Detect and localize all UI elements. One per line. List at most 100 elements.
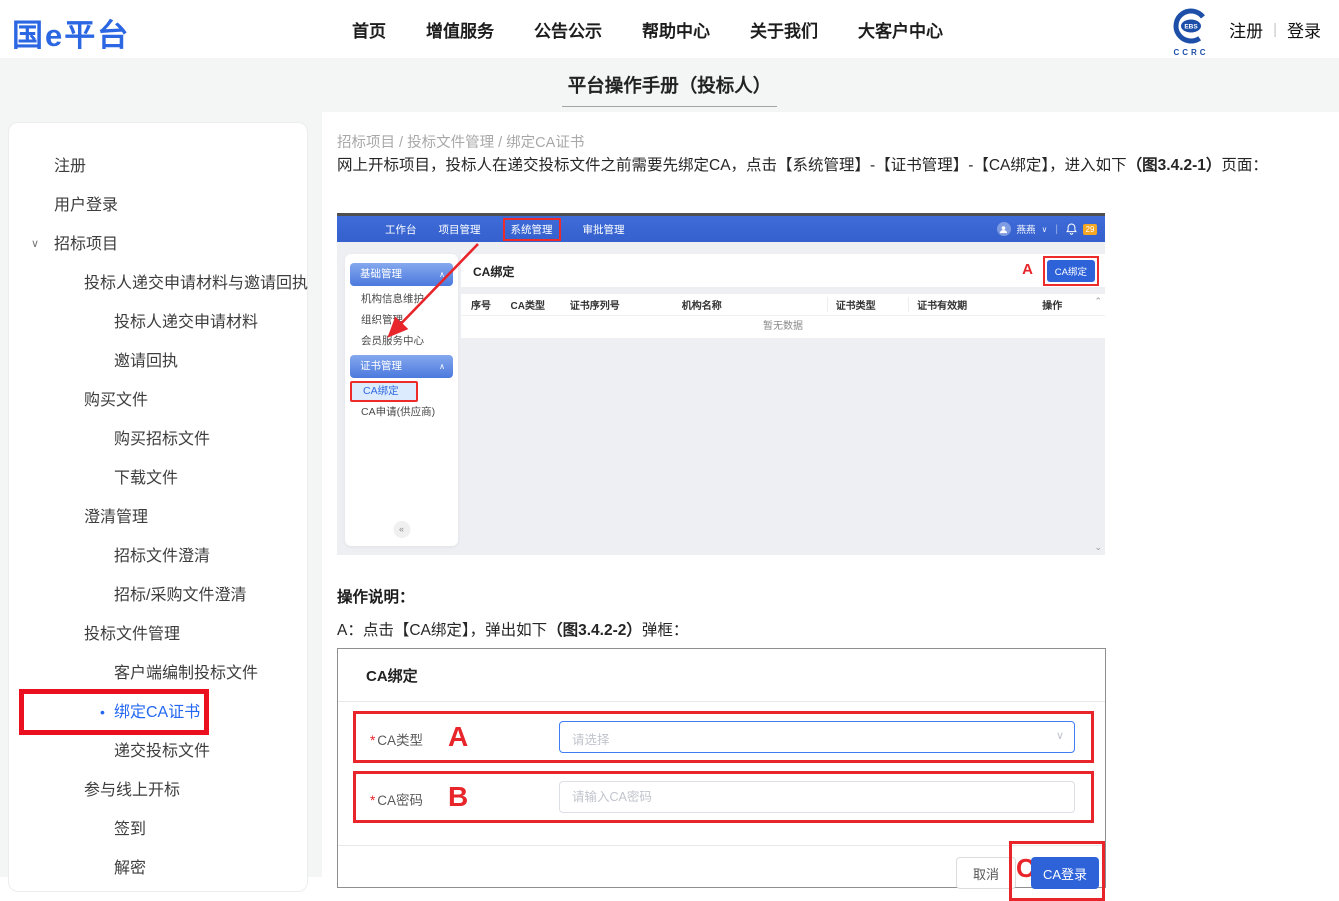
fig1-user-divider: | xyxy=(1055,224,1058,235)
main-navigation: 首页 增值服务 公告公示 帮助中心 关于我们 大客户中心 xyxy=(352,0,943,58)
fig1-item-org-info-maintenance[interactable]: 机构信息维护 xyxy=(345,289,458,310)
empty-table-placeholder: 暂无数据 xyxy=(461,316,1105,338)
sidebar-item-decrypt[interactable]: 解密 xyxy=(9,849,307,888)
fig1-table-header-row: 序号 CA类型 证书序列号 机构名称 证书类型 证书有效期 操作 xyxy=(461,294,1105,316)
fig1-top-navbar: 工作台 项目管理 系统管理 审批管理 xyxy=(337,216,1105,242)
sidebar-item-register[interactable]: 注册 xyxy=(9,147,307,186)
fig1-item-ca-application-supplier[interactable]: CA申请(供应商) xyxy=(345,402,458,423)
sidebar-item-sign-in[interactable]: 签到 xyxy=(9,810,307,849)
sidebar-item-invitation-receipt[interactable]: 邀请回执 xyxy=(9,342,307,381)
col-ca-type: CA类型 xyxy=(511,297,570,312)
figure-3-4-2-1-screenshot: 工作台 项目管理 系统管理 审批管理 燕燕 ∨ | 29 基础管理 ∧ 机构信息… xyxy=(337,213,1105,555)
required-mark: * xyxy=(370,733,375,748)
scroll-down-icon[interactable]: ⌄ xyxy=(1094,542,1102,553)
sidebar-item-online-bid-opening[interactable]: 参与线上开标 xyxy=(9,771,307,810)
col-serial-number: 序号 xyxy=(471,297,511,312)
fig1-group-certificate-management[interactable]: 证书管理 ∧ xyxy=(350,355,453,378)
sidebar-item-tender-procurement-clarification[interactable]: 招标/采购文件澄清 xyxy=(9,576,307,615)
manual-sidebar: 注册 用户登录 ∨ 招标项目 投标人递交申请材料与邀请回执 投标人递交申请材料 … xyxy=(8,122,308,892)
site-logo[interactable]: 国e平台 xyxy=(12,10,130,55)
scroll-up-icon[interactable]: ⌃ xyxy=(1094,296,1102,307)
fig1-ca-table: 序号 CA类型 证书序列号 机构名称 证书类型 证书有效期 操作 暂无数据 xyxy=(461,294,1105,338)
header-right: EBS CCRC 注册 | 登录 xyxy=(1167,0,1321,58)
annotation-red-box-field-a: *CA类型 A 请选择 ∨ xyxy=(353,711,1094,763)
active-bullet: • xyxy=(100,693,105,732)
sidebar-item-submit-materials-invitation[interactable]: 投标人递交申请材料与邀请回执 xyxy=(9,264,307,303)
fig1-item-member-service-center[interactable]: 会员服务中心 xyxy=(345,331,458,352)
figure-3-4-2-2-dialog: CA绑定 *CA类型 A 请选择 ∨ *CA密码 B 取消 C CA登录 xyxy=(337,648,1106,888)
chevron-down-icon[interactable]: ∨ xyxy=(1042,225,1048,234)
figure-ref-1: （图3.4.2-1） xyxy=(1127,157,1222,174)
nav-key-account-center[interactable]: 大客户中心 xyxy=(858,17,943,42)
ca-login-button[interactable]: CA登录 xyxy=(1031,857,1099,889)
register-link[interactable]: 注册 xyxy=(1229,17,1263,42)
annotation-marker-a: A xyxy=(1022,261,1033,278)
bell-icon[interactable] xyxy=(1066,223,1077,235)
col-certificate-serial: 证书序列号 xyxy=(570,297,682,312)
sidebar-item-tender-project[interactable]: ∨ 招标项目 xyxy=(9,225,307,264)
nav-home[interactable]: 首页 xyxy=(352,17,386,42)
chevron-up-icon: ∧ xyxy=(439,355,445,378)
annotation-marker-b: B xyxy=(448,781,468,813)
sidebar-item-clarification-management[interactable]: 澄清管理 xyxy=(9,498,307,537)
ca-binding-button[interactable]: CA绑定 xyxy=(1047,260,1095,282)
sidebar-item-tender-doc-clarification[interactable]: 招标文件澄清 xyxy=(9,537,307,576)
nav-about-us[interactable]: 关于我们 xyxy=(750,17,818,42)
sidebar-item-bid-document-management[interactable]: 投标文件管理 xyxy=(9,615,307,654)
svg-text:CCRC: CCRC xyxy=(1174,48,1209,57)
avatar[interactable] xyxy=(997,222,1011,236)
sidebar-item-user-login[interactable]: 用户登录 xyxy=(9,186,307,225)
fig1-user-name[interactable]: 燕燕 xyxy=(1017,222,1036,236)
intro-paragraph: 网上开标项目，投标人在递交投标文件之前需要先绑定CA，点击【系统管理】-【证书管… xyxy=(337,153,1339,179)
ca-type-label: *CA类型 xyxy=(370,729,423,749)
sidebar-item-download-documents[interactable]: 下载文件 xyxy=(9,459,307,498)
svg-text:EBS: EBS xyxy=(1184,24,1198,31)
sidebar-collapse-button[interactable]: « xyxy=(393,521,410,538)
fig1-item-organization-management[interactable]: 组织管理 xyxy=(345,310,458,331)
annotation-red-box-field-b: *CA密码 B xyxy=(353,771,1094,823)
nav-value-added-services[interactable]: 增值服务 xyxy=(426,17,494,42)
breadcrumb: 招标项目 / 投标文件管理 / 绑定CA证书 xyxy=(337,131,584,152)
fig1-content-header: CA绑定 A CA绑定 xyxy=(461,254,1105,287)
fig1-nav-system-management[interactable]: 系统管理 xyxy=(503,218,561,241)
cancel-button[interactable]: 取消 xyxy=(956,857,1016,889)
fig1-nav-workbench[interactable]: 工作台 xyxy=(385,222,417,237)
sidebar-item-purchase-tender-documents[interactable]: 购买招标文件 xyxy=(9,420,307,459)
page-title: 平台操作手册（投标人） xyxy=(562,72,778,107)
col-certificate-validity: 证书有效期 xyxy=(908,297,1042,312)
login-link[interactable]: 登录 xyxy=(1287,17,1321,42)
fig1-nav-approval-management[interactable]: 审批管理 xyxy=(583,222,625,237)
fig1-page-title: CA绑定 xyxy=(473,263,514,280)
ccrc-certification-icon: EBS CCRC xyxy=(1167,5,1215,59)
fig1-sidebar: 基础管理 ∧ 机构信息维护 组织管理 会员服务中心 证书管理 ∧ CA绑定 CA… xyxy=(345,254,458,546)
top-header: 国e平台 首页 增值服务 公告公示 帮助中心 关于我们 大客户中心 EBS CC… xyxy=(0,0,1339,58)
fig1-group-basic-management[interactable]: 基础管理 ∧ xyxy=(350,263,453,286)
sidebar-item-submit-bid-document[interactable]: 递交投标文件 xyxy=(9,732,307,771)
required-mark: * xyxy=(370,793,375,808)
sidebar-item-submit-application-materials[interactable]: 投标人递交申请材料 xyxy=(9,303,307,342)
notification-badge[interactable]: 29 xyxy=(1083,224,1097,235)
annotation-marker-a: A xyxy=(448,721,468,753)
sidebar-item-bind-ca-certificate[interactable]: • 绑定CA证书 xyxy=(9,693,307,732)
step-a-text: A：点击【CA绑定】，弹出如下（图3.4.2-2）弹框： xyxy=(337,618,688,640)
ca-type-select[interactable]: 请选择 ∨ xyxy=(559,721,1075,753)
select-placeholder: 请选择 xyxy=(572,729,610,748)
chevron-down-icon[interactable]: ∨ xyxy=(31,225,39,264)
sidebar-item-client-edit-bid-document[interactable]: 客户端编制投标文件 xyxy=(9,654,307,693)
nav-announcements[interactable]: 公告公示 xyxy=(534,17,602,42)
chevron-down-icon: ∨ xyxy=(1056,729,1064,742)
figure-ref-2: （图3.4.2-2） xyxy=(547,622,642,639)
nav-help-center[interactable]: 帮助中心 xyxy=(642,17,710,42)
dialog-footer-divider xyxy=(338,845,1105,846)
title-band: 平台操作手册（投标人） xyxy=(0,58,1339,112)
col-actions: 操作 xyxy=(1042,297,1095,312)
sidebar-item-purchase-documents[interactable]: 购买文件 xyxy=(9,381,307,420)
auth-separator: | xyxy=(1273,21,1277,38)
ca-password-input[interactable] xyxy=(559,781,1075,813)
chevron-up-icon: ∧ xyxy=(439,263,445,286)
col-certificate-type: 证书类型 xyxy=(827,297,908,312)
fig1-item-ca-binding[interactable]: CA绑定 xyxy=(350,381,418,402)
ca-password-label: *CA密码 xyxy=(370,789,423,809)
dialog-title: CA绑定 xyxy=(366,665,418,686)
fig1-nav-project-management[interactable]: 项目管理 xyxy=(439,222,481,237)
